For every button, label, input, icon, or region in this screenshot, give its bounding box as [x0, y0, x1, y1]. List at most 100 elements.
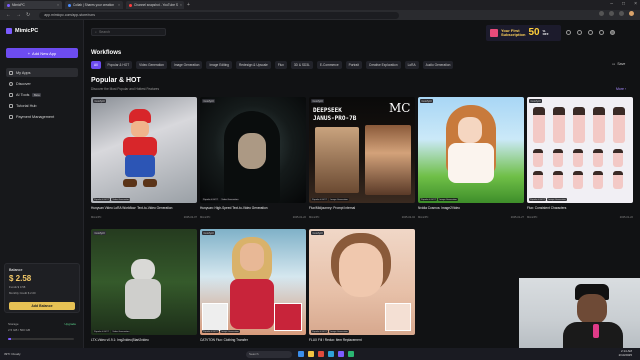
workflow-card[interactable]: ComfyUI Popular & HOT Video Generation LT…: [91, 229, 197, 351]
workflow-chip[interactable]: Redesign & Upscale: [235, 61, 271, 69]
workflow-chip[interactable]: All: [91, 61, 101, 69]
taskbar-search-label: Search: [249, 352, 259, 356]
workflow-card[interactable]: ComfyUI Popular & HOT Image Generation Nv…: [418, 97, 524, 219]
discord-icon[interactable]: [566, 30, 571, 35]
system-clock[interactable]: 2:14 AM 2/10/2025: [619, 350, 632, 357]
browser-tab[interactable]: Collab | Shares your creation ×: [65, 1, 123, 9]
close-window-icon[interactable]: ×: [634, 1, 637, 7]
chrome-icon[interactable]: [318, 351, 324, 357]
windows-start-icon[interactable]: [298, 351, 304, 357]
workflow-chip[interactable]: Flux: [274, 61, 287, 69]
character-pose: [613, 107, 625, 143]
extension-icon[interactable]: [599, 11, 604, 16]
browser-tab[interactable]: MimicPC ×: [4, 1, 62, 9]
close-icon[interactable]: ×: [57, 3, 59, 7]
browser-tab[interactable]: Channel snapshot - YouTube S ×: [126, 1, 184, 9]
workflow-chip[interactable]: Popular & HOT: [104, 61, 133, 69]
workflow-chip[interactable]: 3D & SD3L: [290, 61, 313, 69]
taskbar-search[interactable]: Search: [246, 350, 292, 358]
figure-face: [339, 243, 383, 297]
figure-shoe: [143, 179, 157, 187]
card-tags: Popular & HOT Video Generation: [93, 330, 131, 333]
card-date: 2025-02-04: [401, 216, 415, 219]
logo-mark-icon: [6, 28, 12, 34]
platform-badge: ComfyUI: [93, 99, 107, 103]
workflow-card[interactable]: ComfyUI Popular & HOT Image Generation Fl…: [527, 97, 633, 219]
card-title: Flux: Consistent Characters: [527, 206, 567, 210]
sidebar-item-discover[interactable]: Discover: [6, 79, 78, 88]
close-icon[interactable]: ×: [118, 3, 120, 7]
back-icon[interactable]: ←: [6, 12, 11, 18]
card-tag: Popular & HOT: [202, 198, 219, 201]
tab-label: MimicPC: [12, 3, 25, 7]
notification-icon[interactable]: [588, 30, 593, 35]
workflow-chip[interactable]: Audio Generation: [422, 61, 454, 69]
apps-icon: [9, 70, 13, 75]
sidebar: MimicPC + Add New App My Apps Discover AI…: [0, 20, 84, 348]
card-tags: Popular & HOT Image Generation: [311, 198, 349, 201]
workflow-card[interactable]: ComfyUI Popular & HOT Image Generation CA…: [200, 229, 306, 351]
card-date: 2025-02-07: [183, 216, 197, 219]
extension-icon[interactable]: [619, 11, 624, 16]
search-icon: ⌕: [95, 30, 97, 34]
figure-face: [131, 121, 149, 137]
logo[interactable]: MimicPC: [6, 28, 38, 34]
save-button[interactable]: ▭ Save: [612, 62, 625, 66]
close-icon[interactable]: ×: [180, 3, 182, 7]
sidebar-item-tutorial-hub[interactable]: Tutorial Hub: [6, 101, 78, 110]
new-tab-icon[interactable]: +: [187, 2, 190, 8]
url-field[interactable]: app.mimicpc.com/app-store/runs: [39, 11, 400, 19]
add-new-app-button[interactable]: + Add New App: [6, 48, 78, 58]
upgrade-link[interactable]: Upgrade: [64, 322, 76, 326]
card-tag: Popular & HOT: [311, 198, 328, 201]
minimize-icon[interactable]: –: [610, 1, 613, 7]
workflow-card[interactable]: DEEPSEEK JANUS-PRO-7B MC ComfyUI Popular…: [309, 97, 415, 219]
avatar[interactable]: [610, 30, 615, 35]
storage-bar-fill: [8, 338, 12, 340]
promo-line2: Subscription: [501, 32, 526, 37]
search-input[interactable]: ⌕ Search: [91, 28, 166, 36]
platform-badge: ComfyUI: [311, 99, 325, 103]
window-controls: – □ ×: [610, 1, 637, 7]
maximize-icon[interactable]: □: [622, 1, 625, 7]
workflow-chip[interactable]: Image Editing: [206, 61, 232, 69]
wallet-icon: [9, 114, 13, 119]
workflow-card[interactable]: ComfyUI Popular & HOT Image Generation FL…: [309, 229, 415, 351]
profile-icon[interactable]: [629, 11, 634, 16]
character-pose: [613, 171, 623, 189]
workflows-title: Workflows: [91, 50, 122, 56]
add-balance-button[interactable]: Add Balance: [9, 302, 75, 310]
workflow-chip[interactable]: Video Generation: [136, 61, 167, 69]
sidebar-item-ai-tools[interactable]: AI Tools Beta: [6, 90, 78, 99]
app-icon[interactable]: [338, 351, 344, 357]
more-link[interactable]: More ›: [616, 87, 626, 91]
card-title: LTX-Video v0.9.1: Img2video|Start2video: [91, 338, 149, 342]
card-tag: Video Generation: [220, 198, 240, 201]
section-subtitle: Discover the Most Popular and Hottest Fe…: [91, 87, 160, 91]
sidebar-item-payment[interactable]: Payment Management: [6, 112, 78, 121]
edge-icon[interactable]: [328, 351, 334, 357]
overlay-logo: MC: [389, 101, 411, 115]
card-tag: Popular & HOT: [202, 330, 219, 333]
header-icons: [566, 30, 615, 35]
reload-icon[interactable]: ↻: [26, 12, 30, 18]
sidebar-item-my-apps[interactable]: My Apps: [6, 68, 78, 77]
favicon-icon: [129, 3, 132, 7]
file-explorer-icon[interactable]: [308, 351, 314, 357]
subscription-promo-banner[interactable]: Your First Subscription 50 % OFF: [486, 25, 561, 41]
workflow-chip[interactable]: LoRA: [404, 61, 419, 69]
weather-widget[interactable]: 39°F Cloudy: [4, 352, 21, 356]
settings-icon[interactable]: [599, 30, 604, 35]
workflow-card[interactable]: ComfyUI Popular & HOT Video Generation Hu…: [200, 97, 306, 219]
balance-funds: Funds $ 0.58: [9, 285, 26, 289]
plus-icon: +: [27, 50, 31, 56]
extension-icon[interactable]: [609, 11, 614, 16]
workflow-card[interactable]: ComfyUI Popular & HOT Video Generation Hu…: [91, 97, 197, 219]
workflow-chip[interactable]: Portrait: [345, 61, 362, 69]
app-icon[interactable]: [348, 351, 354, 357]
workflow-chip[interactable]: Creative Exploration: [365, 61, 401, 69]
forward-icon[interactable]: →: [16, 12, 21, 18]
language-icon[interactable]: [577, 30, 582, 35]
workflow-chip[interactable]: Image Generation: [170, 61, 203, 69]
workflow-chip[interactable]: E-Commerce: [316, 61, 342, 69]
